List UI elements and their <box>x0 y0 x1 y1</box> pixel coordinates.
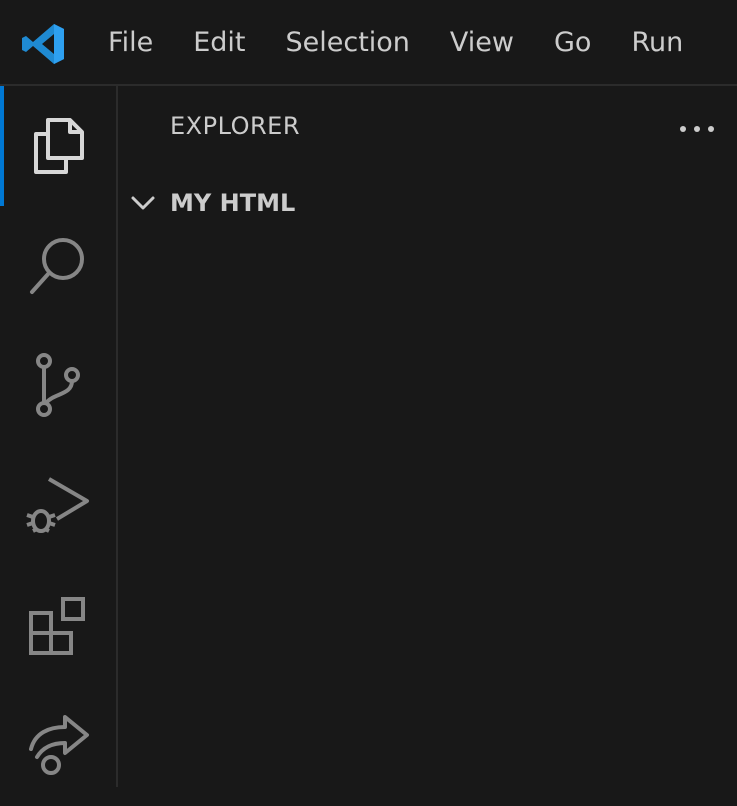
folder-label: MY HTML <box>170 189 296 217</box>
menu-go[interactable]: Go <box>534 0 611 86</box>
activity-explorer[interactable] <box>0 86 116 206</box>
source-control-icon <box>36 353 80 417</box>
explorer-icon <box>34 118 84 174</box>
remote-share-icon <box>29 715 89 775</box>
activity-run-debug[interactable] <box>0 446 116 566</box>
chevron-down-icon <box>131 196 155 210</box>
activity-remote[interactable] <box>0 686 116 806</box>
explorer-sidebar: EXPLORER MY HTML <box>118 86 737 787</box>
title-bar: File Edit Selection View Go Run <box>0 0 737 86</box>
activity-bar <box>0 86 118 787</box>
menu-view[interactable]: View <box>430 0 534 86</box>
activity-extensions[interactable] <box>0 566 116 686</box>
activity-source-control[interactable] <box>0 326 116 446</box>
menu-run[interactable]: Run <box>611 0 703 86</box>
run-and-debug-icon <box>26 477 89 533</box>
menu-selection[interactable]: Selection <box>265 0 429 86</box>
activity-search[interactable] <box>0 206 116 326</box>
folder-row-my-html[interactable]: MY HTML <box>118 178 737 228</box>
extensions-icon <box>29 597 85 655</box>
more-actions-icon[interactable] <box>675 114 719 144</box>
menu-file[interactable]: File <box>88 0 173 86</box>
vscode-logo-icon[interactable] <box>20 22 66 66</box>
sidebar-title: EXPLORER <box>170 112 300 140</box>
menu-edit[interactable]: Edit <box>173 0 265 86</box>
search-icon <box>30 238 84 294</box>
menu-bar: File Edit Selection View Go Run <box>88 0 703 86</box>
